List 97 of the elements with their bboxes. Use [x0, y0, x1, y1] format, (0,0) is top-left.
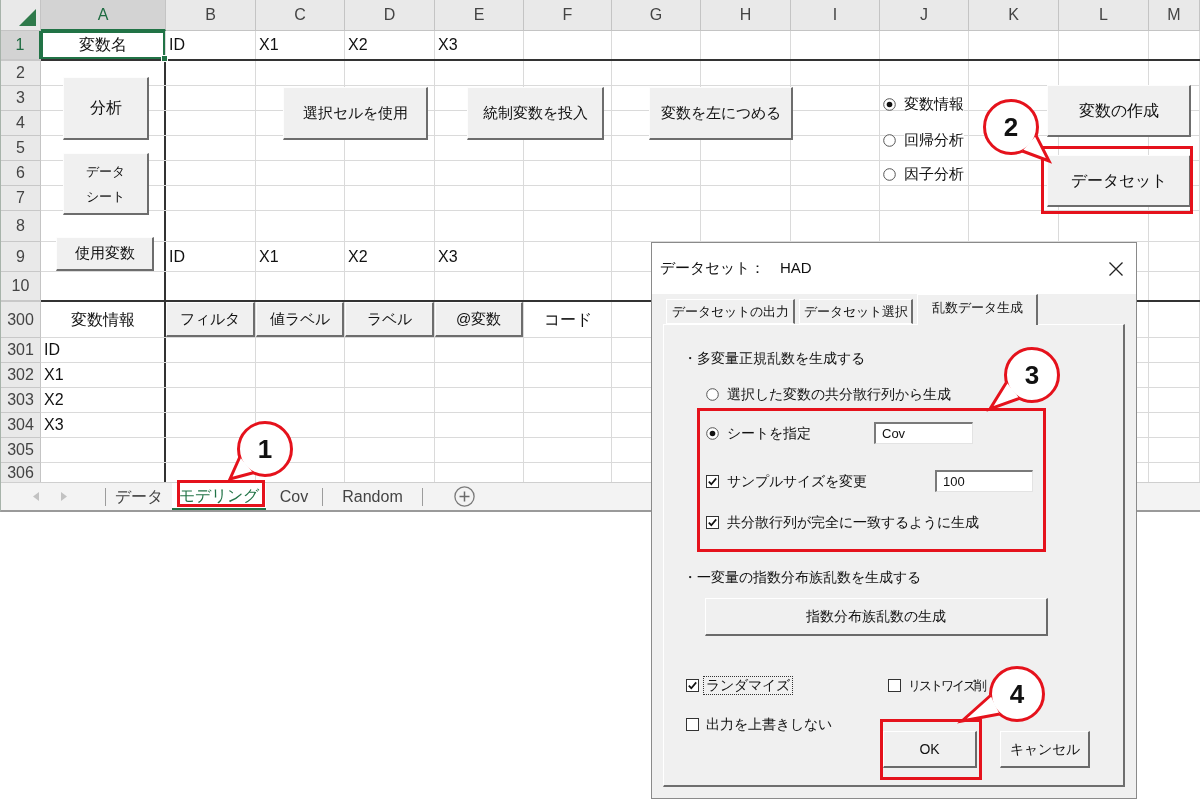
sheet-button[interactable]: 変数の作成 — [1047, 85, 1191, 137]
row-header[interactable]: 4 — [1, 111, 41, 135]
row-header[interactable]: 305 — [1, 438, 41, 462]
row-header[interactable]: 303 — [1, 388, 41, 412]
radio-icon[interactable] — [706, 387, 719, 401]
checkbox-label[interactable]: 共分散行列が完全に一致するように生成 — [727, 511, 979, 533]
section-heading: ・一変量の指数分布族乱数を生成する — [683, 567, 921, 587]
table-cell-text: ID — [43, 340, 61, 360]
dialog-button[interactable]: OK — [883, 731, 977, 768]
row-header[interactable]: 300 — [1, 302, 41, 337]
dialog-button[interactable]: キャンセル — [1000, 731, 1090, 768]
table-cell: 変数名 — [41, 31, 165, 59]
row-header[interactable]: 6 — [1, 161, 41, 185]
radio-icon[interactable] — [883, 167, 896, 181]
sheet-tab[interactable]: Cov — [266, 483, 322, 510]
column-header[interactable]: E — [435, 0, 524, 31]
table-cell-text: X3 — [437, 246, 459, 267]
table-cell-text: X3 — [437, 35, 459, 55]
callout-tail-icon — [957, 694, 1002, 724]
callout-tail-icon — [227, 455, 255, 482]
callout-tail-icon — [986, 380, 1021, 412]
sheet-button[interactable]: フィルタ — [166, 302, 255, 337]
sheet-button[interactable]: 使用変数 — [56, 237, 154, 271]
column-header[interactable]: I — [791, 0, 880, 31]
checkbox-icon[interactable] — [686, 717, 699, 731]
sheet-button[interactable]: 変数を左につめる — [649, 87, 793, 140]
radio-label[interactable]: シートを指定 — [727, 422, 811, 444]
checkbox-label[interactable]: リストワイズ削 — [905, 675, 988, 695]
column-header[interactable]: F — [524, 0, 612, 31]
dialog-tab[interactable]: データセット選択 — [799, 299, 913, 324]
row-header[interactable]: 10 — [1, 272, 41, 300]
row-header[interactable]: 5 — [1, 136, 41, 160]
dialog-tab[interactable]: データセットの出力 — [666, 299, 795, 324]
column-header[interactable]: A — [41, 0, 166, 31]
triangle-icon — [19, 9, 36, 26]
sheet-button[interactable]: 統制変数を投入 — [467, 87, 604, 140]
checkbox-icon[interactable] — [686, 678, 699, 692]
sheet-tab[interactable]: Random — [323, 483, 422, 510]
sheet-button[interactable]: データシート — [63, 153, 149, 215]
checkbox-label[interactable]: ランダマイズ — [703, 675, 793, 695]
text-field[interactable]: Cov — [874, 422, 973, 444]
column-header[interactable]: K — [969, 0, 1059, 31]
radio-label[interactable]: 選択した変数の共分散行列から生成 — [727, 383, 951, 405]
table-cell-text: X1 — [43, 365, 65, 385]
table-cell-text: X2 — [347, 35, 369, 55]
table-cell-text: X3 — [43, 415, 65, 435]
sheet-button[interactable]: データセット — [1047, 155, 1191, 207]
column-header[interactable]: M — [1149, 0, 1200, 31]
table-cell-text: X2 — [347, 246, 369, 267]
checkbox-icon[interactable] — [706, 474, 719, 488]
row-header[interactable]: 3 — [1, 86, 41, 110]
checkbox-label[interactable]: 出力を上書きしない — [703, 714, 835, 734]
radio-icon[interactable] — [883, 133, 896, 147]
column-header[interactable]: L — [1059, 0, 1149, 31]
table-cell-text: X1 — [258, 35, 280, 55]
checkbox-icon[interactable] — [706, 515, 719, 529]
dialog-title: データセット： HAD — [660, 258, 812, 279]
table-cell-text: コード — [542, 309, 593, 330]
column-header[interactable]: J — [880, 0, 969, 31]
row-header[interactable]: 2 — [1, 61, 41, 85]
sheet-button[interactable]: 値ラベル — [256, 302, 344, 337]
column-header[interactable]: G — [612, 0, 701, 31]
row-header[interactable]: 8 — [1, 211, 41, 241]
radio-icon[interactable] — [883, 97, 896, 111]
column-header[interactable]: H — [701, 0, 791, 31]
section-heading: ・多変量正規乱数を生成する — [683, 348, 865, 368]
sheet-button[interactable]: 選択セルを使用 — [283, 87, 428, 140]
table-cell-text: X2 — [43, 390, 65, 410]
table-cell-text: 変数情報 — [69, 309, 136, 330]
dialog-tab[interactable]: 乱数データ生成 — [917, 294, 1038, 325]
table-cell-text: ID — [168, 246, 186, 267]
callout-tail-icon — [1020, 134, 1053, 164]
select-all-button[interactable] — [1, 0, 41, 31]
column-header[interactable]: D — [345, 0, 435, 31]
row-header[interactable]: 301 — [1, 338, 41, 362]
table-cell-text: X1 — [258, 246, 280, 267]
column-header[interactable]: C — [256, 0, 345, 31]
add-sheet-icon[interactable] — [454, 486, 475, 507]
checkbox-icon[interactable] — [888, 678, 901, 692]
column-header[interactable]: B — [166, 0, 256, 31]
text-field[interactable]: 100 — [935, 470, 1033, 492]
sheet-button[interactable]: @変数 — [435, 302, 523, 337]
dialog-button[interactable]: 指数分布族乱数の生成 — [705, 598, 1048, 636]
close-icon[interactable] — [1109, 261, 1123, 276]
square-handle-icon[interactable] — [161, 55, 168, 62]
sheet-button[interactable]: ラベル — [345, 302, 434, 337]
row-header[interactable]: 304 — [1, 413, 41, 437]
checkbox-label[interactable]: サンプルサイズを変更 — [727, 470, 867, 492]
row-header[interactable]: 306 — [1, 463, 41, 482]
row-header[interactable]: 9 — [1, 242, 41, 271]
row-header[interactable]: 7 — [1, 186, 41, 210]
row-header[interactable]: 1 — [1, 31, 41, 59]
sheet-tab[interactable]: データ — [106, 483, 172, 510]
table-cell-text: ID — [168, 35, 186, 55]
radio-icon[interactable] — [706, 426, 719, 440]
row-header[interactable]: 302 — [1, 363, 41, 387]
sheet-button[interactable]: 分析 — [63, 77, 149, 140]
